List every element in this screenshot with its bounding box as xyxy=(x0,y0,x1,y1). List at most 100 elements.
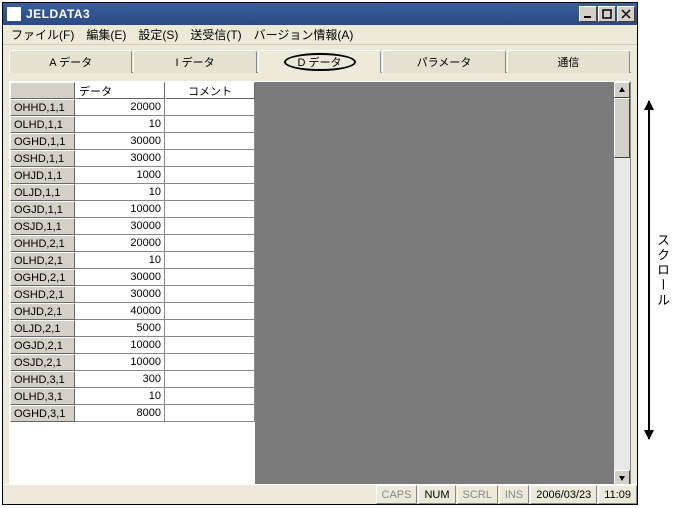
comment-cell[interactable] xyxy=(165,286,255,303)
close-button[interactable] xyxy=(617,6,635,22)
row-header-cell[interactable]: OHHD,2,1 xyxy=(10,235,75,252)
data-cell[interactable]: 10000 xyxy=(75,337,165,354)
scroll-up-button[interactable] xyxy=(614,82,630,98)
row-header-cell[interactable]: OLHD,1,1 xyxy=(10,116,75,133)
table-row[interactable]: OLJD,1,110 xyxy=(10,184,255,201)
data-cell[interactable]: 30000 xyxy=(75,218,165,235)
comment-cell[interactable] xyxy=(165,235,255,252)
data-cell[interactable]: 40000 xyxy=(75,303,165,320)
row-header-cell[interactable]: OHJD,1,1 xyxy=(10,167,75,184)
row-header-cell[interactable]: OSHD,2,1 xyxy=(10,286,75,303)
data-cell[interactable]: 30000 xyxy=(75,150,165,167)
comment-cell[interactable] xyxy=(165,388,255,405)
row-header-cell[interactable]: OGJD,1,1 xyxy=(10,201,75,218)
comment-cell[interactable] xyxy=(165,303,255,320)
comment-cell[interactable] xyxy=(165,337,255,354)
comment-cell[interactable] xyxy=(165,354,255,371)
data-cell[interactable]: 10 xyxy=(75,184,165,201)
status-num: NUM xyxy=(418,485,455,504)
vertical-scrollbar[interactable] xyxy=(614,82,630,486)
menu-settings[interactable]: 設定(S) xyxy=(132,24,184,45)
table-row[interactable]: OSJD,1,130000 xyxy=(10,218,255,235)
table-row[interactable]: OSHD,1,130000 xyxy=(10,150,255,167)
comment-cell[interactable] xyxy=(165,252,255,269)
data-cell[interactable]: 10000 xyxy=(75,201,165,218)
tab-d-data[interactable]: D データ xyxy=(258,50,381,73)
row-header-cell[interactable]: OSHD,1,1 xyxy=(10,150,75,167)
col-header-comment[interactable]: コメント xyxy=(165,82,255,99)
row-header-cell[interactable]: OGHD,1,1 xyxy=(10,133,75,150)
data-cell[interactable]: 10 xyxy=(75,252,165,269)
comment-cell[interactable] xyxy=(165,184,255,201)
row-header-cell[interactable]: OLJD,2,1 xyxy=(10,320,75,337)
table-row[interactable]: OLJD,2,15000 xyxy=(10,320,255,337)
table-row[interactable]: OGHD,1,130000 xyxy=(10,133,255,150)
comment-cell[interactable] xyxy=(165,99,255,116)
table-row[interactable]: OHJD,2,140000 xyxy=(10,303,255,320)
data-cell[interactable]: 10 xyxy=(75,388,165,405)
row-header-cell[interactable]: OGHD,2,1 xyxy=(10,269,75,286)
data-cell[interactable]: 300 xyxy=(75,371,165,388)
table-row[interactable]: OHHD,3,1300 xyxy=(10,371,255,388)
double-arrow-icon xyxy=(648,101,650,439)
tab-i-data[interactable]: I データ xyxy=(133,50,256,73)
grid-body: OHHD,1,120000OLHD,1,110OGHD,1,130000OSHD… xyxy=(10,99,255,422)
row-header-cell[interactable]: OHHD,1,1 xyxy=(10,99,75,116)
comment-cell[interactable] xyxy=(165,218,255,235)
tab-comm[interactable]: 通信 xyxy=(507,50,630,73)
row-header-cell[interactable]: OLHD,3,1 xyxy=(10,388,75,405)
table-row[interactable]: OHHD,2,120000 xyxy=(10,235,255,252)
tab-a-data[interactable]: A データ xyxy=(9,50,132,73)
data-grid[interactable]: データ コメント OHHD,1,120000OLHD,1,110OGHD,1,1… xyxy=(10,82,255,486)
data-cell[interactable]: 8000 xyxy=(75,405,165,422)
data-cell[interactable]: 30000 xyxy=(75,133,165,150)
table-row[interactable]: OGHD,3,18000 xyxy=(10,405,255,422)
data-cell[interactable]: 5000 xyxy=(75,320,165,337)
comment-cell[interactable] xyxy=(165,133,255,150)
comment-cell[interactable] xyxy=(165,167,255,184)
tab-parameter[interactable]: パラメータ xyxy=(382,50,505,73)
comment-cell[interactable] xyxy=(165,116,255,133)
data-cell[interactable]: 30000 xyxy=(75,269,165,286)
comment-cell[interactable] xyxy=(165,150,255,167)
row-header-cell[interactable]: OHHD,3,1 xyxy=(10,371,75,388)
data-cell[interactable]: 30000 xyxy=(75,286,165,303)
comment-cell[interactable] xyxy=(165,320,255,337)
data-cell[interactable]: 1000 xyxy=(75,167,165,184)
scroll-thumb[interactable] xyxy=(614,98,630,158)
row-header-cell[interactable]: OLHD,2,1 xyxy=(10,252,75,269)
col-header-data[interactable]: データ xyxy=(75,82,165,99)
table-row[interactable]: OGJD,1,110000 xyxy=(10,201,255,218)
comment-cell[interactable] xyxy=(165,201,255,218)
data-cell[interactable]: 10000 xyxy=(75,354,165,371)
menu-transfer[interactable]: 送受信(T) xyxy=(184,24,247,45)
table-row[interactable]: OLHD,3,110 xyxy=(10,388,255,405)
comment-cell[interactable] xyxy=(165,371,255,388)
table-row[interactable]: OGHD,2,130000 xyxy=(10,269,255,286)
row-header-cell[interactable]: OGJD,2,1 xyxy=(10,337,75,354)
col-header-rowid[interactable] xyxy=(10,82,75,99)
table-row[interactable]: OHHD,1,120000 xyxy=(10,99,255,116)
scroll-track[interactable] xyxy=(614,98,630,470)
table-row[interactable]: OLHD,2,110 xyxy=(10,252,255,269)
menu-file[interactable]: ファイル(F) xyxy=(5,24,80,45)
table-row[interactable]: OSJD,2,110000 xyxy=(10,354,255,371)
minimize-button[interactable] xyxy=(579,6,597,22)
table-row[interactable]: OSHD,2,130000 xyxy=(10,286,255,303)
row-header-cell[interactable]: OLJD,1,1 xyxy=(10,184,75,201)
menu-edit[interactable]: 編集(E) xyxy=(80,24,132,45)
row-header-cell[interactable]: OSJD,1,1 xyxy=(10,218,75,235)
row-header-cell[interactable]: OSJD,2,1 xyxy=(10,354,75,371)
data-cell[interactable]: 20000 xyxy=(75,235,165,252)
maximize-button[interactable] xyxy=(598,6,616,22)
menu-version[interactable]: バージョン情報(A) xyxy=(248,24,360,45)
row-header-cell[interactable]: OHJD,2,1 xyxy=(10,303,75,320)
table-row[interactable]: OHJD,1,11000 xyxy=(10,167,255,184)
table-row[interactable]: OLHD,1,110 xyxy=(10,116,255,133)
comment-cell[interactable] xyxy=(165,269,255,286)
row-header-cell[interactable]: OGHD,3,1 xyxy=(10,405,75,422)
data-cell[interactable]: 10 xyxy=(75,116,165,133)
data-cell[interactable]: 20000 xyxy=(75,99,165,116)
table-row[interactable]: OGJD,2,110000 xyxy=(10,337,255,354)
comment-cell[interactable] xyxy=(165,405,255,422)
